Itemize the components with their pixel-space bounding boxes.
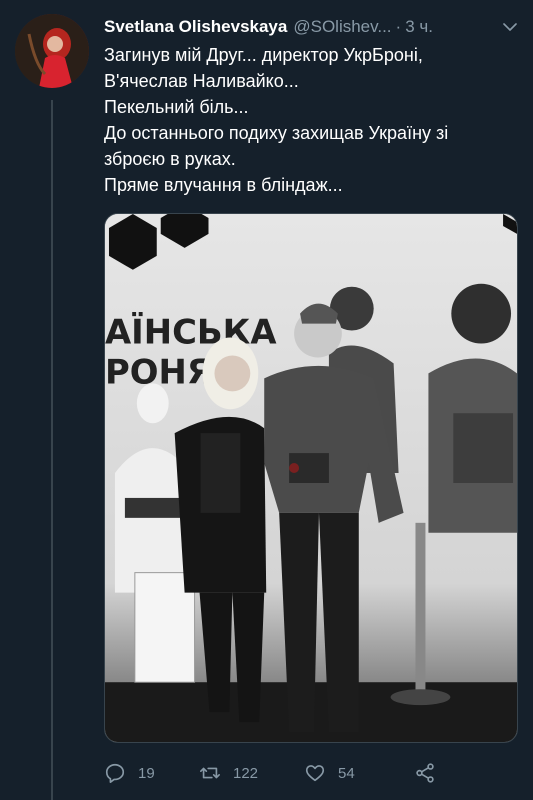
retweet-count: 122 bbox=[233, 764, 259, 782]
author-name[interactable]: Svetlana Olishevskaya bbox=[104, 17, 287, 37]
like-icon bbox=[305, 765, 325, 782]
tweet-header: Svetlana Olishevskaya @SOlishev... · 3 ч… bbox=[104, 14, 519, 40]
reply-button[interactable]: 19 bbox=[104, 762, 199, 784]
like-button[interactable]: 54 bbox=[304, 762, 414, 784]
tweet-line: В'ячеслав Наливайко... bbox=[104, 71, 299, 91]
tweet-line: Пряме влучання в бліндаж... bbox=[104, 175, 343, 195]
sign-text-line1: АЇНСЬКА bbox=[105, 311, 277, 351]
reply-count: 19 bbox=[138, 764, 155, 782]
tweet-photo[interactable]: АЇНСЬКА РОНЯ bbox=[104, 213, 518, 743]
tweet-line: Загинув мій Друг... директор УкрБроні, bbox=[104, 45, 423, 65]
avatar[interactable] bbox=[15, 14, 89, 88]
more-caret-icon[interactable] bbox=[501, 18, 519, 36]
like-count: 54 bbox=[338, 764, 355, 782]
tweet-line: зброєю в руках. bbox=[104, 149, 236, 169]
share-icon bbox=[416, 763, 434, 783]
tweet-line: Пекельний біль... bbox=[104, 97, 249, 117]
tweet-line: До останнього подиху захищав Україну зі bbox=[104, 123, 449, 143]
tweet-text: Загинув мій Друг... директор УкрБроні, В… bbox=[104, 42, 519, 198]
retweet-button[interactable]: 122 bbox=[199, 762, 304, 784]
retweet-icon bbox=[200, 767, 220, 779]
author-handle[interactable]: @SOlishev... bbox=[293, 17, 391, 37]
thread-line bbox=[51, 100, 53, 800]
share-button[interactable] bbox=[414, 762, 448, 784]
separator-dot: · bbox=[395, 17, 402, 36]
action-bar: 19 122 54 bbox=[104, 758, 519, 788]
tweet-time[interactable]: 3 ч. bbox=[405, 17, 433, 37]
reply-icon bbox=[105, 763, 125, 783]
